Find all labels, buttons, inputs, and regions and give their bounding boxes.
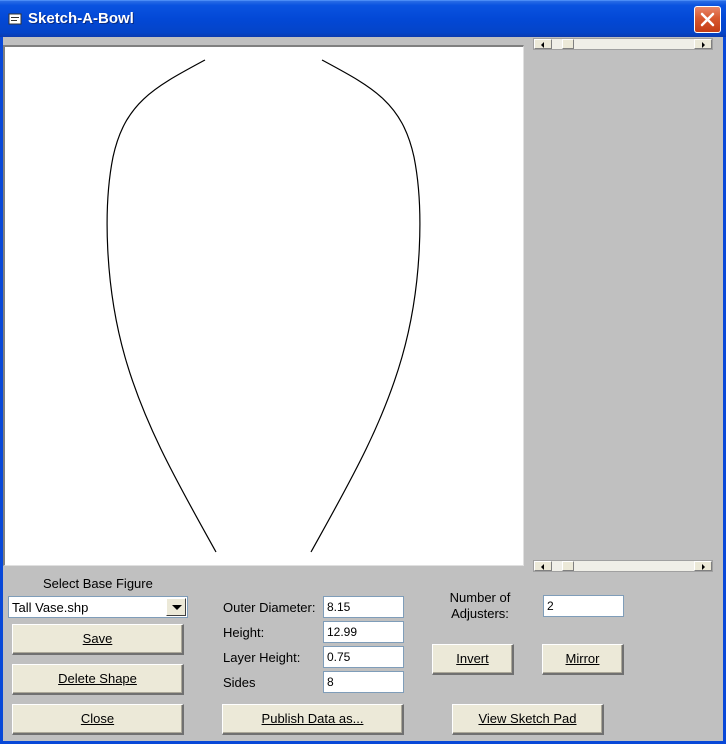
base-figure-select[interactable]: Tall Vase.shp (8, 596, 188, 618)
top-scroll-thumb[interactable] (562, 39, 574, 49)
close-icon (700, 12, 715, 27)
bottom-scrollbar[interactable] (533, 560, 713, 572)
layer-height-field[interactable]: 0.75 (323, 646, 404, 668)
profile-curve-left (106, 59, 217, 553)
base-figure-value: Tall Vase.shp (12, 600, 89, 615)
profile-curve-right (310, 59, 421, 553)
window-close-button[interactable] (694, 6, 721, 33)
close-button[interactable]: Close (12, 704, 184, 735)
top-scroll-left-arrow[interactable] (534, 39, 552, 49)
sketch-canvas[interactable] (3, 45, 524, 566)
view-sketch-pad-button[interactable]: View Sketch Pad (452, 704, 604, 735)
bottom-scroll-right-arrow[interactable] (694, 561, 712, 571)
invert-button[interactable]: Invert (432, 644, 514, 675)
sides-label: Sides (223, 675, 256, 690)
height-label: Height: (223, 625, 265, 640)
publish-data-button[interactable]: Publish Data as... (222, 704, 404, 735)
chevron-down-icon (172, 605, 182, 610)
base-figure-label: Select Base Figure (43, 576, 153, 591)
delete-shape-button[interactable]: Delete Shape (12, 664, 184, 695)
window-title: Sketch-A-Bowl (28, 10, 134, 27)
height-field[interactable]: 12.99 (323, 621, 404, 643)
mirror-button[interactable]: Mirror (542, 644, 624, 675)
outer-diameter-field[interactable]: 8.15 (323, 596, 404, 618)
top-scroll-right-arrow[interactable] (694, 39, 712, 49)
adjusters-field[interactable]: 2 (543, 595, 624, 617)
outer-diameter-label: Outer Diameter: (223, 600, 316, 615)
sides-field[interactable]: 8 (323, 671, 404, 693)
title-bar[interactable]: Sketch-A-Bowl (0, 0, 726, 37)
adjusters-label: Number of Adjusters: (449, 590, 511, 621)
bowl-profile (106, 59, 421, 553)
top-scrollbar[interactable] (533, 38, 713, 50)
bottom-scroll-thumb[interactable] (562, 561, 574, 571)
save-button[interactable]: Save (12, 624, 184, 655)
app-icon (8, 13, 22, 25)
dropdown-arrow-button[interactable] (166, 598, 186, 616)
bottom-scroll-left-arrow[interactable] (534, 561, 552, 571)
layer-height-label: Layer Height: (223, 650, 301, 665)
